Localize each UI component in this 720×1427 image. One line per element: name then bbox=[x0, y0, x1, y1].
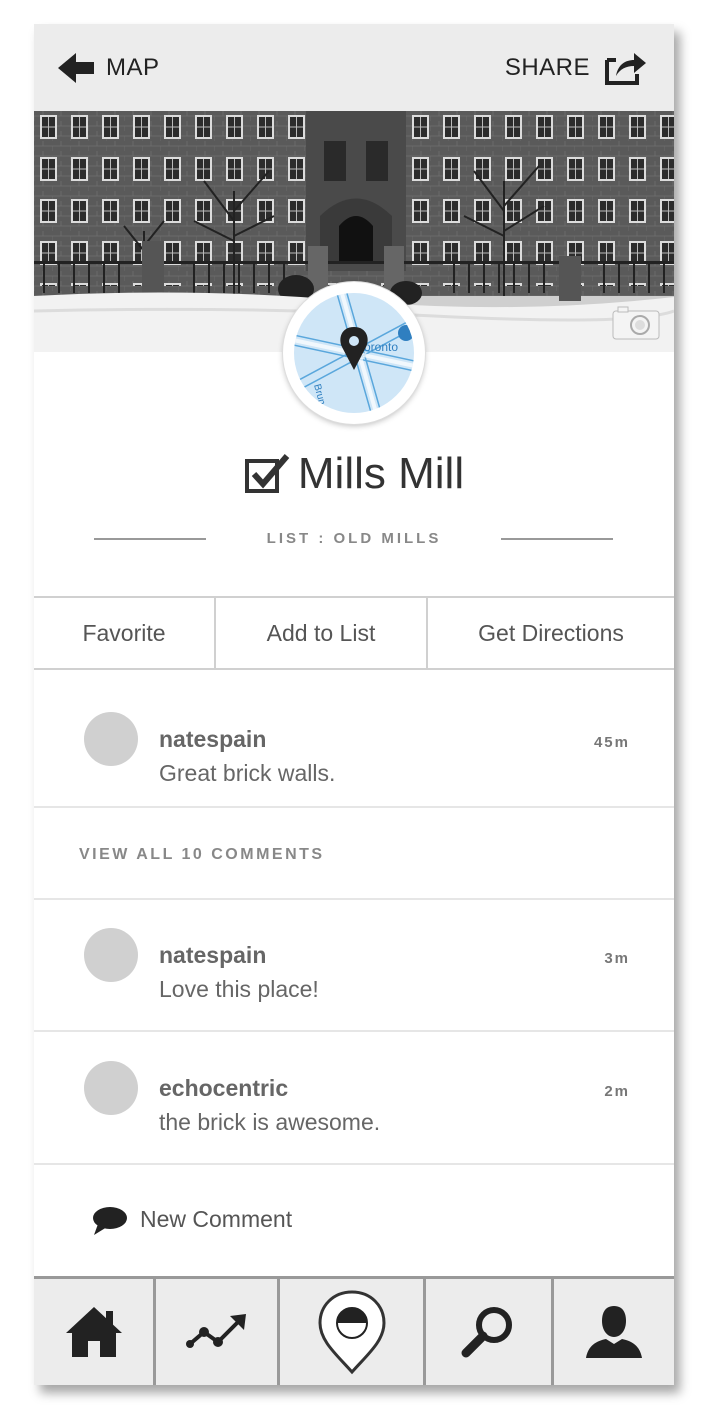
avatar[interactable] bbox=[84, 712, 138, 766]
tab-home[interactable] bbox=[34, 1279, 153, 1385]
search-icon bbox=[461, 1307, 512, 1358]
back-label: MAP bbox=[106, 54, 160, 81]
tab-profile[interactable] bbox=[551, 1279, 674, 1385]
list-label-row: LIST : OLD MILLS bbox=[34, 524, 674, 554]
view-all-comments-row: VIEW ALL 10 COMMENTS bbox=[34, 808, 674, 900]
divider bbox=[501, 538, 613, 540]
place-pin-icon bbox=[317, 1290, 386, 1375]
map-thumbnail[interactable]: Toronto Brunel bbox=[283, 282, 425, 424]
share-label: SHARE bbox=[504, 54, 590, 81]
camera-icon[interactable] bbox=[612, 306, 660, 340]
tab-place[interactable] bbox=[277, 1279, 423, 1385]
comment-text: Great brick walls. bbox=[159, 760, 336, 786]
comment-text: the brick is awesome. bbox=[159, 1109, 381, 1135]
bottom-tab-bar bbox=[34, 1276, 674, 1385]
share-button[interactable]: SHARE bbox=[505, 48, 648, 88]
comment-time: 45m bbox=[593, 734, 630, 751]
avatar[interactable] bbox=[84, 1061, 138, 1115]
checked-checkbox-icon[interactable] bbox=[244, 453, 290, 495]
comment-time: 2m bbox=[604, 1083, 630, 1100]
comment-username[interactable]: natespain bbox=[159, 726, 266, 753]
profile-icon bbox=[586, 1306, 642, 1358]
new-comment-button[interactable]: New Comment bbox=[34, 1166, 674, 1276]
avatar[interactable] bbox=[84, 928, 138, 982]
comment-item: natespain Love this place! 3m bbox=[34, 900, 674, 1032]
arrow-left-icon bbox=[58, 53, 94, 83]
top-bar: MAP SHARE bbox=[34, 24, 674, 111]
view-all-comments-link[interactable]: VIEW ALL 10 COMMENTS bbox=[79, 846, 325, 864]
comment-item: echocentric the brick is awesome. 2m bbox=[34, 1033, 674, 1165]
app-screen: MAP SHARE Toronto Brunel Mills Mill LIST… bbox=[34, 24, 674, 1385]
new-comment-label: New Comment bbox=[140, 1206, 293, 1232]
share-icon bbox=[605, 53, 646, 85]
comment-username[interactable]: natespain bbox=[159, 942, 266, 969]
add-to-list-button[interactable]: Add to List bbox=[214, 598, 426, 668]
comment-text: Love this place! bbox=[159, 976, 319, 1002]
action-bar: Favorite Add to List Get Directions bbox=[34, 596, 674, 670]
comment-time: 3m bbox=[604, 950, 630, 967]
page-title: Mills Mill bbox=[297, 449, 465, 498]
back-to-map-button[interactable]: MAP bbox=[58, 50, 160, 86]
favorite-button[interactable]: Favorite bbox=[34, 598, 214, 668]
comment-username[interactable]: echocentric bbox=[159, 1075, 288, 1102]
comment-item: natespain Great brick walls. 45m bbox=[34, 676, 674, 808]
tab-search[interactable] bbox=[423, 1279, 551, 1385]
speech-bubble-icon bbox=[93, 1207, 127, 1235]
tab-trending[interactable] bbox=[153, 1279, 277, 1385]
home-icon bbox=[65, 1307, 122, 1357]
place-title-row: Mills Mill bbox=[34, 444, 674, 504]
get-directions-button[interactable]: Get Directions bbox=[426, 598, 674, 668]
trending-icon bbox=[185, 1314, 246, 1348]
